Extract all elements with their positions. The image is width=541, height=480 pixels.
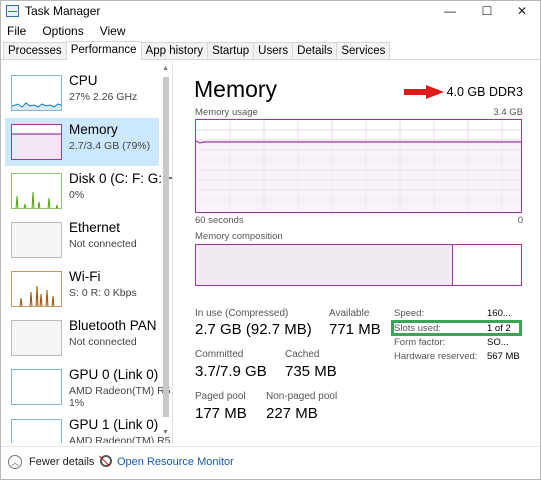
bluetooth-thumbnail-graph [11, 320, 62, 356]
memory-type: 4.0 GB DDR3 [446, 85, 523, 99]
sidebar-item-label: GPU 0 (Link 0) [69, 367, 159, 382]
non-paged-pool-value: 227 MB [266, 405, 318, 422]
menu-file[interactable]: File [5, 23, 28, 39]
sidebar-item-label: GPU 1 (Link 0) [69, 417, 159, 432]
sidebar-item-label: Bluetooth PAN [69, 318, 157, 333]
sidebar-item-gpu-0[interactable]: GPU 0 (Link 0) AMD Radeon(TM) R5 1% [5, 363, 171, 411]
cpu-thumbnail-graph [11, 75, 62, 111]
sidebar-item-label: Memory [69, 122, 118, 137]
maximize-button[interactable]: ☐ [470, 1, 504, 21]
sidebar-item-detail: 0% [69, 189, 85, 201]
in-use-value: 2.7 GB (92.7 MB) [195, 321, 312, 338]
sidebar-item-memory[interactable]: Memory 2.7/3.4 GB (79%) [5, 118, 159, 166]
tab-services[interactable]: Services [336, 42, 391, 59]
committed-label: Committed [195, 349, 244, 360]
memory-detail-panel: Memory 4.0 GB DDR3 Memory usage 3.4 GB 6… [174, 61, 540, 443]
minimize-button[interactable]: — [433, 1, 467, 21]
sidebar-item-gpu-1[interactable]: GPU 1 (Link 0) AMD Radeon(TM) R5 [5, 413, 171, 443]
tab-performance[interactable]: Performance [65, 41, 142, 60]
cached-value: 735 MB [285, 363, 337, 380]
tab-users[interactable]: Users [253, 42, 294, 59]
sidebar-item-bluetooth-pan[interactable]: Bluetooth PAN Not connected [5, 314, 159, 362]
sidebar-item-label: Disk 0 (C: F: G: H [69, 171, 173, 186]
scrollbar-thumb[interactable] [163, 77, 169, 417]
available-value: 771 MB [329, 321, 381, 338]
sidebar-item-cpu[interactable]: CPU 27% 2.26 GHz [5, 69, 159, 117]
open-resource-monitor-link[interactable]: Open Resource Monitor [117, 456, 234, 468]
menu-options[interactable]: Options [40, 23, 85, 39]
tab-details[interactable]: Details [292, 42, 338, 59]
wifi-thumbnail-graph [11, 271, 62, 307]
paged-pool-label: Paged pool [195, 391, 246, 402]
speed-label: Speed: [394, 308, 425, 319]
memory-usage-label: Memory usage [195, 107, 258, 118]
sidebar-item-wifi[interactable]: Wi-Fi S: 0 R: 0 Kbps [5, 265, 159, 313]
memory-thumbnail-graph [11, 124, 62, 160]
sidebar-item-detail: S: 0 R: 0 Kbps [69, 287, 137, 299]
fewer-details-link[interactable]: Fewer details [29, 456, 94, 468]
sidebar-item-detail: AMD Radeon(TM) R5 [69, 385, 171, 397]
speed-value: 160... [487, 308, 511, 319]
tab-processes[interactable]: Processes [3, 42, 67, 59]
available-label: Available [329, 308, 370, 319]
memory-composition-label: Memory composition [195, 231, 283, 242]
gpu-0-thumbnail-graph [11, 369, 62, 405]
tab-strip: Processes Performance App history Startu… [1, 41, 540, 60]
sidebar-item-label: Wi-Fi [69, 269, 101, 284]
page-title: Memory [194, 76, 278, 102]
tab-startup[interactable]: Startup [207, 42, 255, 59]
in-use-label: In use (Compressed) [195, 308, 289, 319]
sidebar-item-detail-2: 1% [69, 397, 85, 409]
ethernet-thumbnail-graph [11, 222, 62, 258]
form-factor-label: Form factor: [394, 337, 446, 348]
sidebar-item-disk-0[interactable]: Disk 0 (C: F: G: H 0% [5, 167, 172, 215]
window-title: Task Manager [25, 4, 101, 18]
resource-monitor-icon[interactable] [99, 455, 112, 467]
task-manager-icon [6, 5, 19, 17]
scroll-up-arrow-icon[interactable]: ▲ [162, 65, 169, 72]
footer-bar: ︿ Fewer details Open Resource Monitor [1, 446, 540, 479]
sidebar-item-detail: 27% 2.26 GHz [69, 91, 138, 103]
memory-composition-bar [195, 244, 522, 286]
sidebar-item-detail: 2.7/3.4 GB (79%) [69, 140, 151, 152]
sidebar-item-label: Ethernet [69, 220, 121, 235]
performance-sidebar: CPU 27% 2.26 GHz Memory 2.7/3.4 GB (79%)… [1, 61, 173, 443]
hardware-reserved-label: Hardware reserved: [394, 351, 478, 362]
menu-view[interactable]: View [98, 23, 128, 39]
hardware-reserved-value: 567 MB [487, 351, 520, 362]
red-arrow-annotation [404, 85, 444, 99]
sidebar-item-detail: AMD Radeon(TM) R5 [69, 435, 171, 443]
sidebar-item-label: CPU [69, 73, 98, 88]
non-paged-pool-label: Non-paged pool [266, 391, 338, 402]
menu-bar: File Options View [1, 21, 540, 41]
slots-used-highlight-box [391, 320, 522, 336]
time-end-label: 0 [517, 215, 523, 226]
paged-pool-value: 177 MB [195, 405, 247, 422]
close-button[interactable]: ✕ [505, 1, 539, 21]
memory-usage-max: 3.4 GB [493, 107, 523, 118]
title-bar: Task Manager — ☐ ✕ [1, 1, 540, 21]
cached-label: Cached [285, 349, 320, 360]
chevron-up-icon[interactable]: ︿ [8, 455, 22, 469]
form-factor-value: SO... [487, 337, 509, 348]
memory-usage-graph [195, 119, 522, 213]
sidebar-item-detail: Not connected [69, 336, 137, 348]
memory-composition-in-use [196, 245, 453, 285]
task-manager-window: Task Manager — ☐ ✕ File Options View Pro… [0, 0, 541, 480]
scroll-down-arrow-icon[interactable]: ▼ [162, 429, 169, 436]
tab-app-history[interactable]: App history [140, 42, 209, 59]
sidebar-item-ethernet[interactable]: Ethernet Not connected [5, 216, 159, 264]
memory-usage-grid [195, 120, 521, 212]
sidebar-scrollbar[interactable]: ▲ ▼ [161, 65, 171, 439]
committed-value: 3.7/7.9 GB [195, 363, 267, 380]
disk-thumbnail-graph [11, 173, 62, 209]
gpu-1-thumbnail-graph [11, 419, 62, 443]
memory-usage-fill [196, 139, 521, 212]
time-span-label: 60 seconds [195, 215, 244, 226]
sidebar-item-detail: Not connected [69, 238, 137, 250]
